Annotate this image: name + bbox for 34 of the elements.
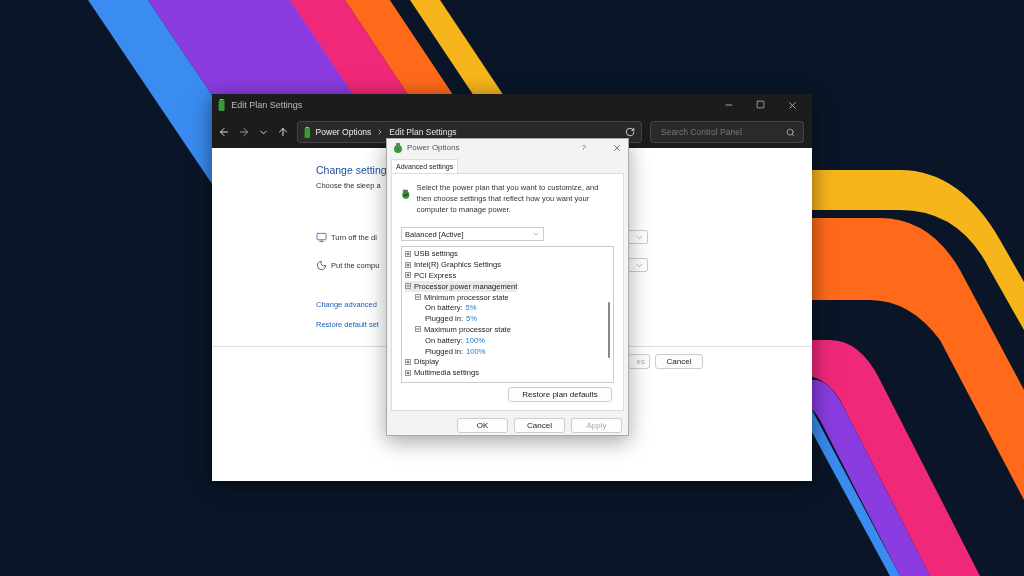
scrollbar-thumb[interactable] xyxy=(608,302,610,359)
battery-icon xyxy=(218,99,226,111)
expander-icon[interactable] xyxy=(405,250,411,257)
help-button[interactable]: ? xyxy=(581,143,586,152)
monitor-icon xyxy=(316,231,327,243)
expander-icon[interactable] xyxy=(405,358,411,365)
expander-icon[interactable] xyxy=(415,294,421,301)
moon-icon xyxy=(316,259,327,271)
expander-icon[interactable] xyxy=(405,369,411,376)
expander-icon[interactable] xyxy=(405,261,411,268)
close-icon[interactable] xyxy=(787,99,798,111)
back-icon[interactable] xyxy=(218,126,230,138)
refresh-icon[interactable] xyxy=(625,127,635,137)
restore-button[interactable]: Restore plan defaults xyxy=(508,387,612,402)
footer-button[interactable]: Cancel xyxy=(655,354,703,369)
breadcrumb-item[interactable]: Power Options xyxy=(315,127,372,137)
expander-icon[interactable] xyxy=(415,326,421,333)
dialog-button[interactable]: OK xyxy=(457,418,508,433)
page-heading: Change setting xyxy=(316,164,387,176)
breadcrumb-item[interactable]: Edit Plan Settings xyxy=(389,127,457,137)
maximize-icon[interactable] xyxy=(756,99,765,109)
dialog-button[interactable]: Cancel xyxy=(514,418,565,433)
expander-icon[interactable] xyxy=(405,283,411,290)
power-icon xyxy=(393,142,403,153)
expander-icon[interactable] xyxy=(405,272,411,279)
search-field[interactable]: Search Control Panel xyxy=(650,121,804,143)
close-icon[interactable] xyxy=(612,142,622,153)
search-input[interactable]: Search Control Panel xyxy=(659,126,786,138)
forward-icon[interactable] xyxy=(238,126,250,138)
battery-icon xyxy=(304,126,311,138)
window-title: Edit Plan Settings xyxy=(231,100,303,110)
up-icon[interactable] xyxy=(277,126,289,138)
search-icon[interactable] xyxy=(786,127,795,137)
dialog-title: Power Options xyxy=(407,143,460,152)
